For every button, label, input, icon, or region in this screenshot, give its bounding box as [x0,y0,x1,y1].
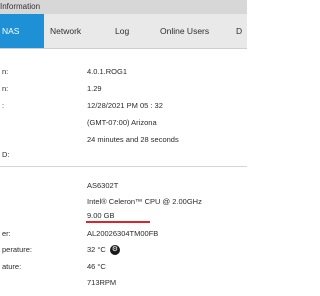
info-row: (GMT-07:00) Arizona [0,118,247,130]
info-row: Intel® Celeron™ CPU @ 2.00GHz [0,197,247,209]
memory-value: 9.00 GB [87,211,115,220]
info-label: n: [2,84,9,93]
info-label: perature: [2,245,33,254]
tab-network[interactable]: Network [50,14,81,48]
info-row: : 12/28/2021 PM 05 : 32 [0,101,247,113]
info-value: 32 °C ⚙ [87,245,120,256]
info-value: 46 °C [87,262,106,271]
highlight-underline [86,221,150,223]
info-row: 713RPM [0,278,247,290]
info-row: D: [0,150,247,162]
info-row: AS6302T [0,181,247,193]
tab-bar: NAS Network Log Online Users D [0,14,247,49]
tab-online-users[interactable]: Online Users [160,14,209,48]
tab-log[interactable]: Log [115,14,129,48]
info-row: perature: 32 °C ⚙ [0,245,247,257]
info-value: AS6302T [87,181,119,190]
info-value: 4.0.1.ROG1 [87,67,128,76]
info-row: ature: 46 °C [0,262,247,274]
info-value: Intel® Celeron™ CPU @ 2.00GHz [87,197,202,206]
section-divider [0,166,247,167]
info-label: er: [2,229,11,238]
gear-icon[interactable]: ⚙ [109,245,120,256]
info-value: 24 minutes and 28 seconds [87,135,179,144]
info-value: 713RPM [87,278,117,287]
window-titlebar: Information [0,0,247,14]
temperature-text: 32 °C [87,245,106,254]
tab-nas-label: NAS [2,26,20,36]
info-label: n: [2,67,9,76]
info-value: AL20026304TM00FB [87,229,159,238]
info-label: : [2,101,5,110]
window-title: Information [0,2,41,11]
info-label: D: [2,150,10,159]
info-label: ature: [2,262,22,271]
info-row: n: 4.0.1.ROG1 [0,67,247,79]
tab-d[interactable]: D [236,14,242,48]
info-value: (GMT-07:00) Arizona [87,118,157,127]
info-row: n: 1.29 [0,84,247,96]
info-row: 24 minutes and 28 seconds [0,135,247,147]
info-row: er: AL20026304TM00FB [0,229,247,241]
tab-nas[interactable]: NAS [0,14,44,48]
info-value: 1.29 [87,84,102,93]
info-value: 12/28/2021 PM 05 : 32 [87,101,163,110]
